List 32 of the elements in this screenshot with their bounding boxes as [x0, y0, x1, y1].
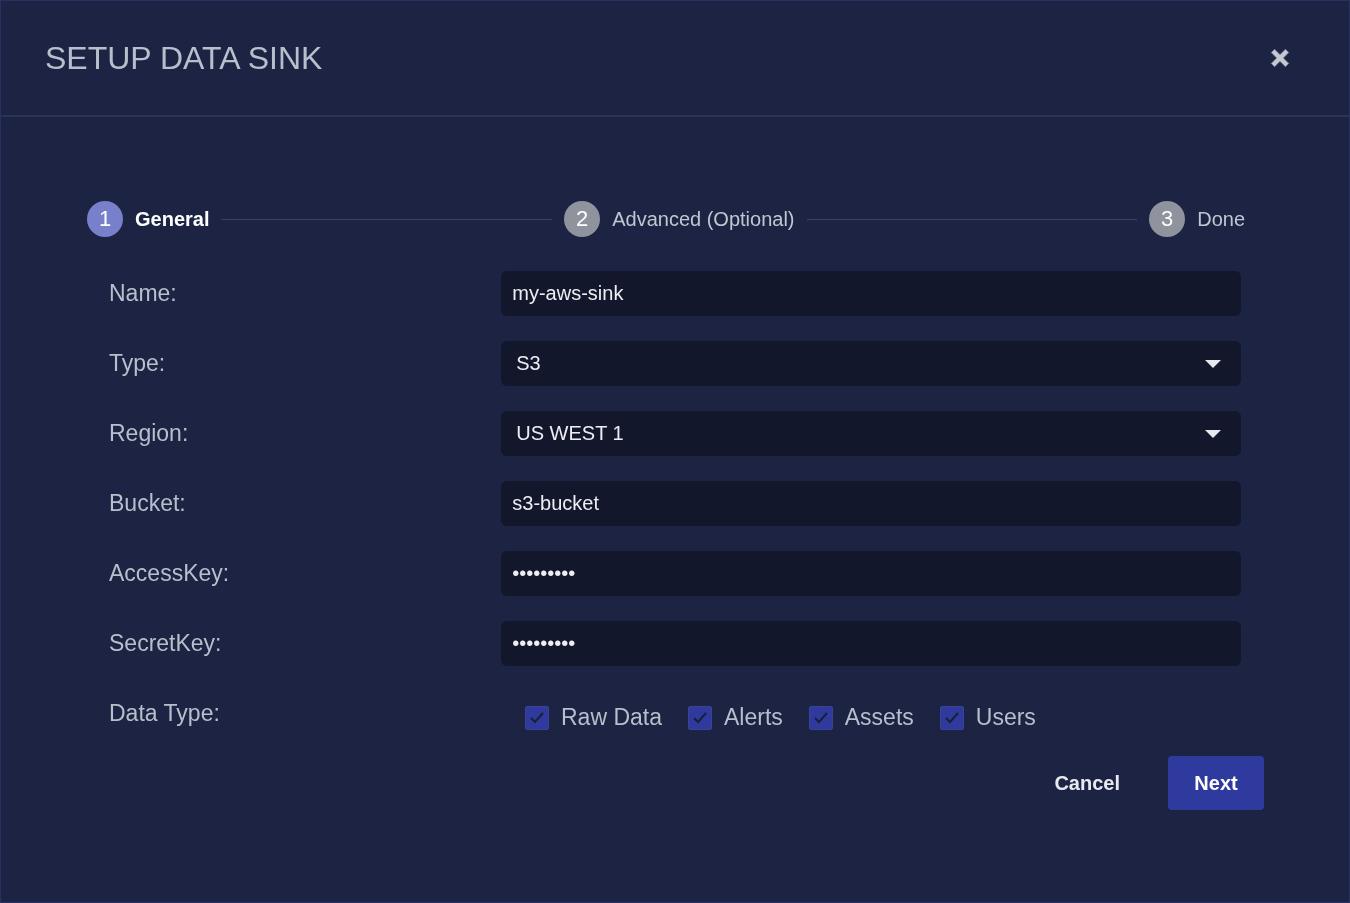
next-button[interactable]: Next — [1168, 756, 1264, 810]
checkbox-label: Users — [975, 704, 1036, 731]
step-label: Advanced (Optional) — [612, 207, 795, 231]
checkbox[interactable] — [525, 705, 549, 730]
select-field[interactable]: S3 — [501, 341, 1241, 386]
checkbox[interactable] — [939, 705, 964, 730]
checkbox-label: Raw Data — [561, 704, 662, 731]
field-label: Bucket: — [109, 490, 187, 517]
input-field[interactable]: ••••••••• — [501, 551, 1241, 596]
step-number: 2 — [564, 201, 601, 237]
field-label: Name: — [109, 280, 178, 307]
field-label: Type: — [109, 350, 167, 377]
cancel-button[interactable]: Cancel — [1028, 756, 1146, 810]
select-field[interactable]: US WEST 1 — [501, 411, 1241, 456]
dropdown-caret-icon — [1205, 429, 1221, 438]
step-label: General — [135, 207, 210, 231]
field-label: AccessKey: — [109, 560, 231, 587]
dialog-title: SETUP DATA SINK — [45, 39, 323, 77]
field-label: Region: — [109, 420, 190, 447]
checkbox-label: Alerts — [724, 704, 783, 731]
input-field[interactable]: my-aws-sink — [501, 271, 1241, 316]
input-field[interactable]: s3-bucket — [501, 481, 1241, 526]
field-label: Data Type: — [109, 700, 221, 727]
dropdown-caret-icon — [1205, 359, 1221, 368]
checkbox[interactable] — [808, 705, 833, 730]
step-number: 3 — [1149, 201, 1186, 237]
input-field[interactable]: ••••••••• — [501, 621, 1241, 666]
step-number: 1 — [87, 201, 123, 237]
step-label: Done — [1197, 207, 1245, 231]
checkbox-label: Assets — [844, 704, 914, 731]
checkbox[interactable] — [688, 705, 712, 730]
field-label: SecretKey: — [109, 630, 223, 657]
